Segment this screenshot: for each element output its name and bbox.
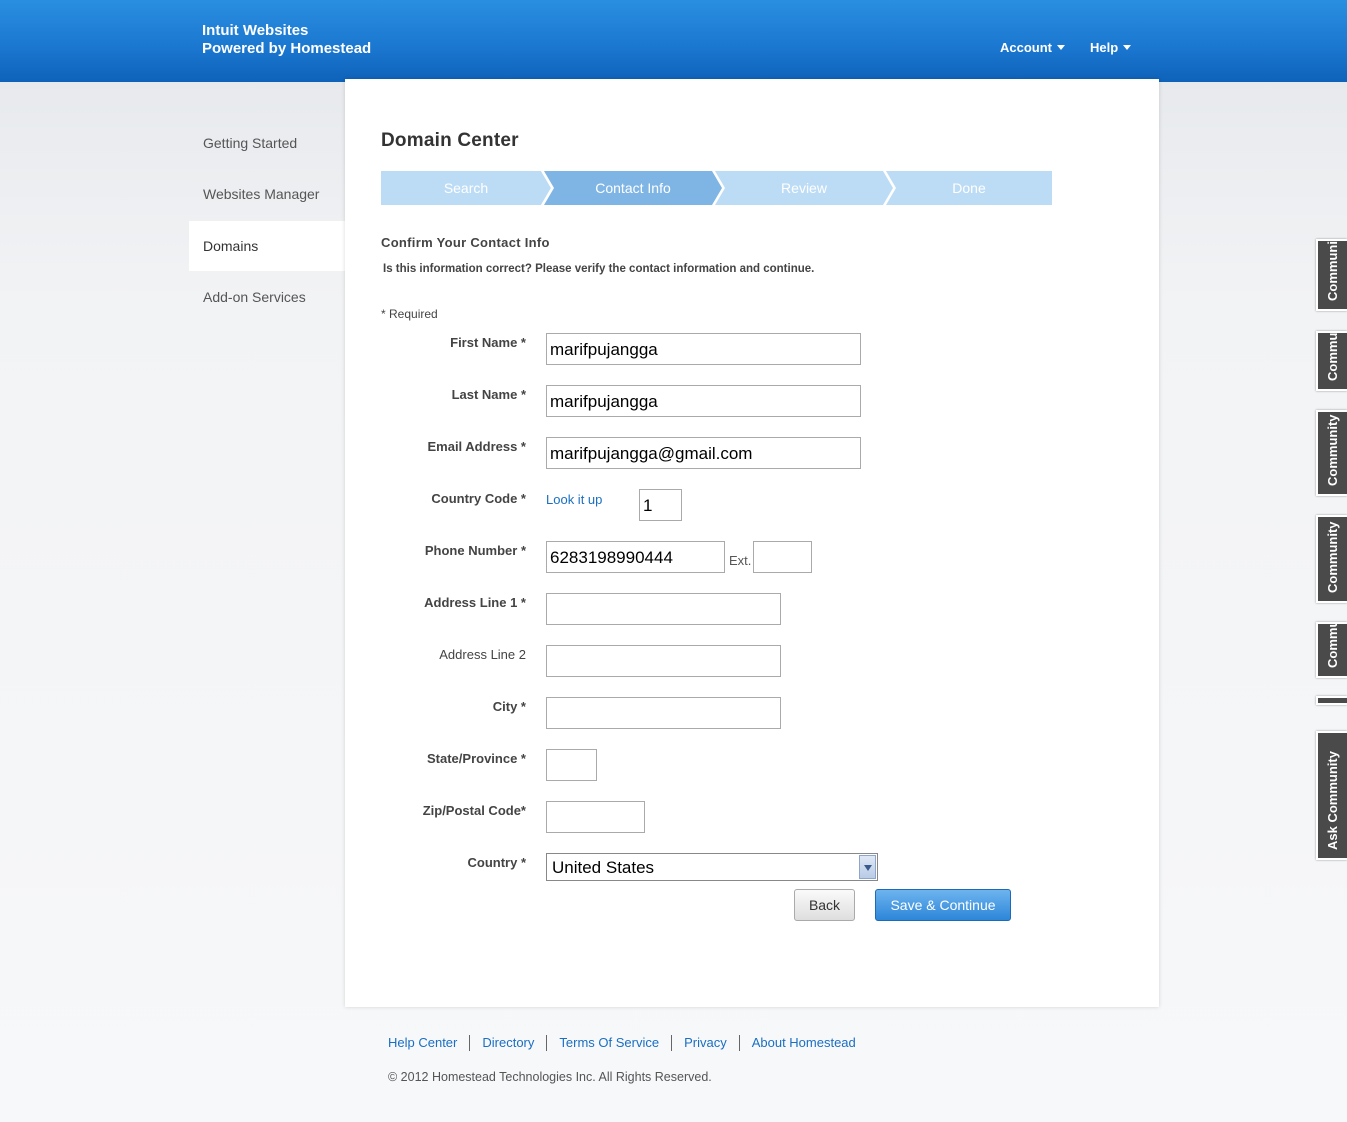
progress-steps: Search Contact Info Review Done: [381, 171, 1052, 205]
back-button[interactable]: Back: [794, 889, 855, 921]
brand-line1: Intuit Websites: [202, 22, 309, 39]
top-header: Intuit Websites Powered by Homestead Acc…: [0, 0, 1347, 82]
step-contact-info-label: Contact Info: [595, 180, 671, 196]
footer-link-directory[interactable]: Directory: [469, 1035, 546, 1051]
caret-down-icon: [1123, 45, 1132, 50]
brand-line2: Powered by Homestead: [202, 40, 372, 57]
country-code-input[interactable]: 1: [639, 489, 682, 521]
phone-input[interactable]: 6283198990444: [546, 541, 725, 573]
email-input[interactable]: marifpujangga@gmail.com: [546, 437, 861, 469]
state-label: State/Province *: [427, 751, 526, 766]
community-tab-label: Community: [1324, 331, 1340, 381]
community-tab-3[interactable]: Community: [1316, 410, 1347, 496]
community-tab-4[interactable]: Community: [1316, 515, 1347, 603]
sidebar-item-getting-started[interactable]: Getting Started: [189, 118, 346, 168]
country-code-label: Country Code *: [431, 491, 526, 506]
required-note: * Required: [381, 307, 438, 321]
footer-link-about[interactable]: About Homestead: [738, 1035, 868, 1051]
country-select-value: United States: [552, 858, 655, 877]
step-review-label: Review: [781, 180, 827, 196]
footer-links: Help Center Directory Terms Of Service P…: [388, 1035, 868, 1051]
help-menu[interactable]: Help: [1090, 40, 1132, 55]
account-menu[interactable]: Account: [1000, 40, 1065, 55]
last-name-input[interactable]: marifpujangga: [546, 385, 861, 417]
address2-input[interactable]: [546, 645, 781, 677]
community-tab-label: Community: [1324, 521, 1340, 594]
look-it-up-link[interactable]: Look it up: [546, 492, 602, 507]
community-tab-label: Community: [1324, 622, 1340, 668]
help-menu-label: Help: [1090, 40, 1119, 55]
sidebar-item-websites-manager[interactable]: Websites Manager: [189, 169, 346, 219]
community-tab-5[interactable]: Community: [1316, 622, 1347, 678]
footer-link-terms[interactable]: Terms Of Service: [546, 1035, 671, 1051]
address1-label: Address Line 1 *: [424, 595, 526, 610]
main-panel: Domain Center Search Contact Info Review…: [345, 79, 1159, 1007]
copyright: © 2012 Homestead Technologies Inc. All R…: [388, 1070, 712, 1084]
email-label: Email Address *: [427, 439, 526, 454]
step-done-label: Done: [952, 180, 986, 196]
section-description: Is this information correct? Please veri…: [383, 263, 815, 275]
country-label: Country *: [467, 855, 527, 870]
community-tab-label: Community: [1324, 239, 1340, 301]
page-title: Domain Center: [381, 130, 519, 151]
country-select[interactable]: United States: [546, 853, 878, 881]
ask-community-label: Ask Community: [1324, 751, 1340, 850]
step-done: Done: [886, 171, 1052, 205]
step-review: Review: [715, 171, 893, 205]
community-tab-6[interactable]: [1316, 696, 1347, 705]
dropdown-arrow-icon[interactable]: [859, 855, 876, 879]
footer-link-help-center[interactable]: Help Center: [388, 1035, 469, 1051]
caret-down-icon: [1057, 45, 1065, 50]
zip-input[interactable]: [546, 801, 645, 833]
phone-label: Phone Number *: [424, 543, 526, 558]
ext-label: Ext.: [729, 553, 752, 568]
zip-label: Zip/Postal Code*: [422, 803, 526, 818]
first-name-label: First Name *: [450, 335, 526, 350]
city-input[interactable]: [546, 697, 781, 729]
brand-logo[interactable]: Intuit Websites Powered by Homestead: [202, 22, 371, 58]
save-continue-button[interactable]: Save & Continue: [875, 889, 1011, 921]
community-tab-label: Community: [1324, 414, 1340, 487]
phone-ext-input[interactable]: [753, 541, 812, 573]
state-input[interactable]: [546, 749, 597, 781]
address2-label: Address Line 2: [439, 647, 526, 662]
step-search-label: Search: [443, 180, 489, 196]
community-tab-2[interactable]: Community: [1316, 331, 1347, 391]
section-title: Confirm Your Contact Info: [381, 235, 550, 250]
sidebar-item-addon-services[interactable]: Add-on Services: [189, 272, 346, 322]
last-name-label: Last Name *: [451, 387, 526, 402]
ask-community-tab[interactable]: Ask Community: [1316, 731, 1347, 860]
sidebar-item-domains[interactable]: Domains: [189, 221, 346, 271]
account-menu-label: Account: [1000, 40, 1052, 55]
step-search: Search: [381, 171, 551, 205]
community-tab-1[interactable]: Community: [1316, 239, 1347, 311]
first-name-input[interactable]: marifpujangga: [546, 333, 861, 365]
address1-input[interactable]: [546, 593, 781, 625]
step-contact-info: Contact Info: [544, 171, 722, 205]
city-label: City *: [492, 699, 526, 714]
footer-link-privacy[interactable]: Privacy: [671, 1035, 739, 1051]
